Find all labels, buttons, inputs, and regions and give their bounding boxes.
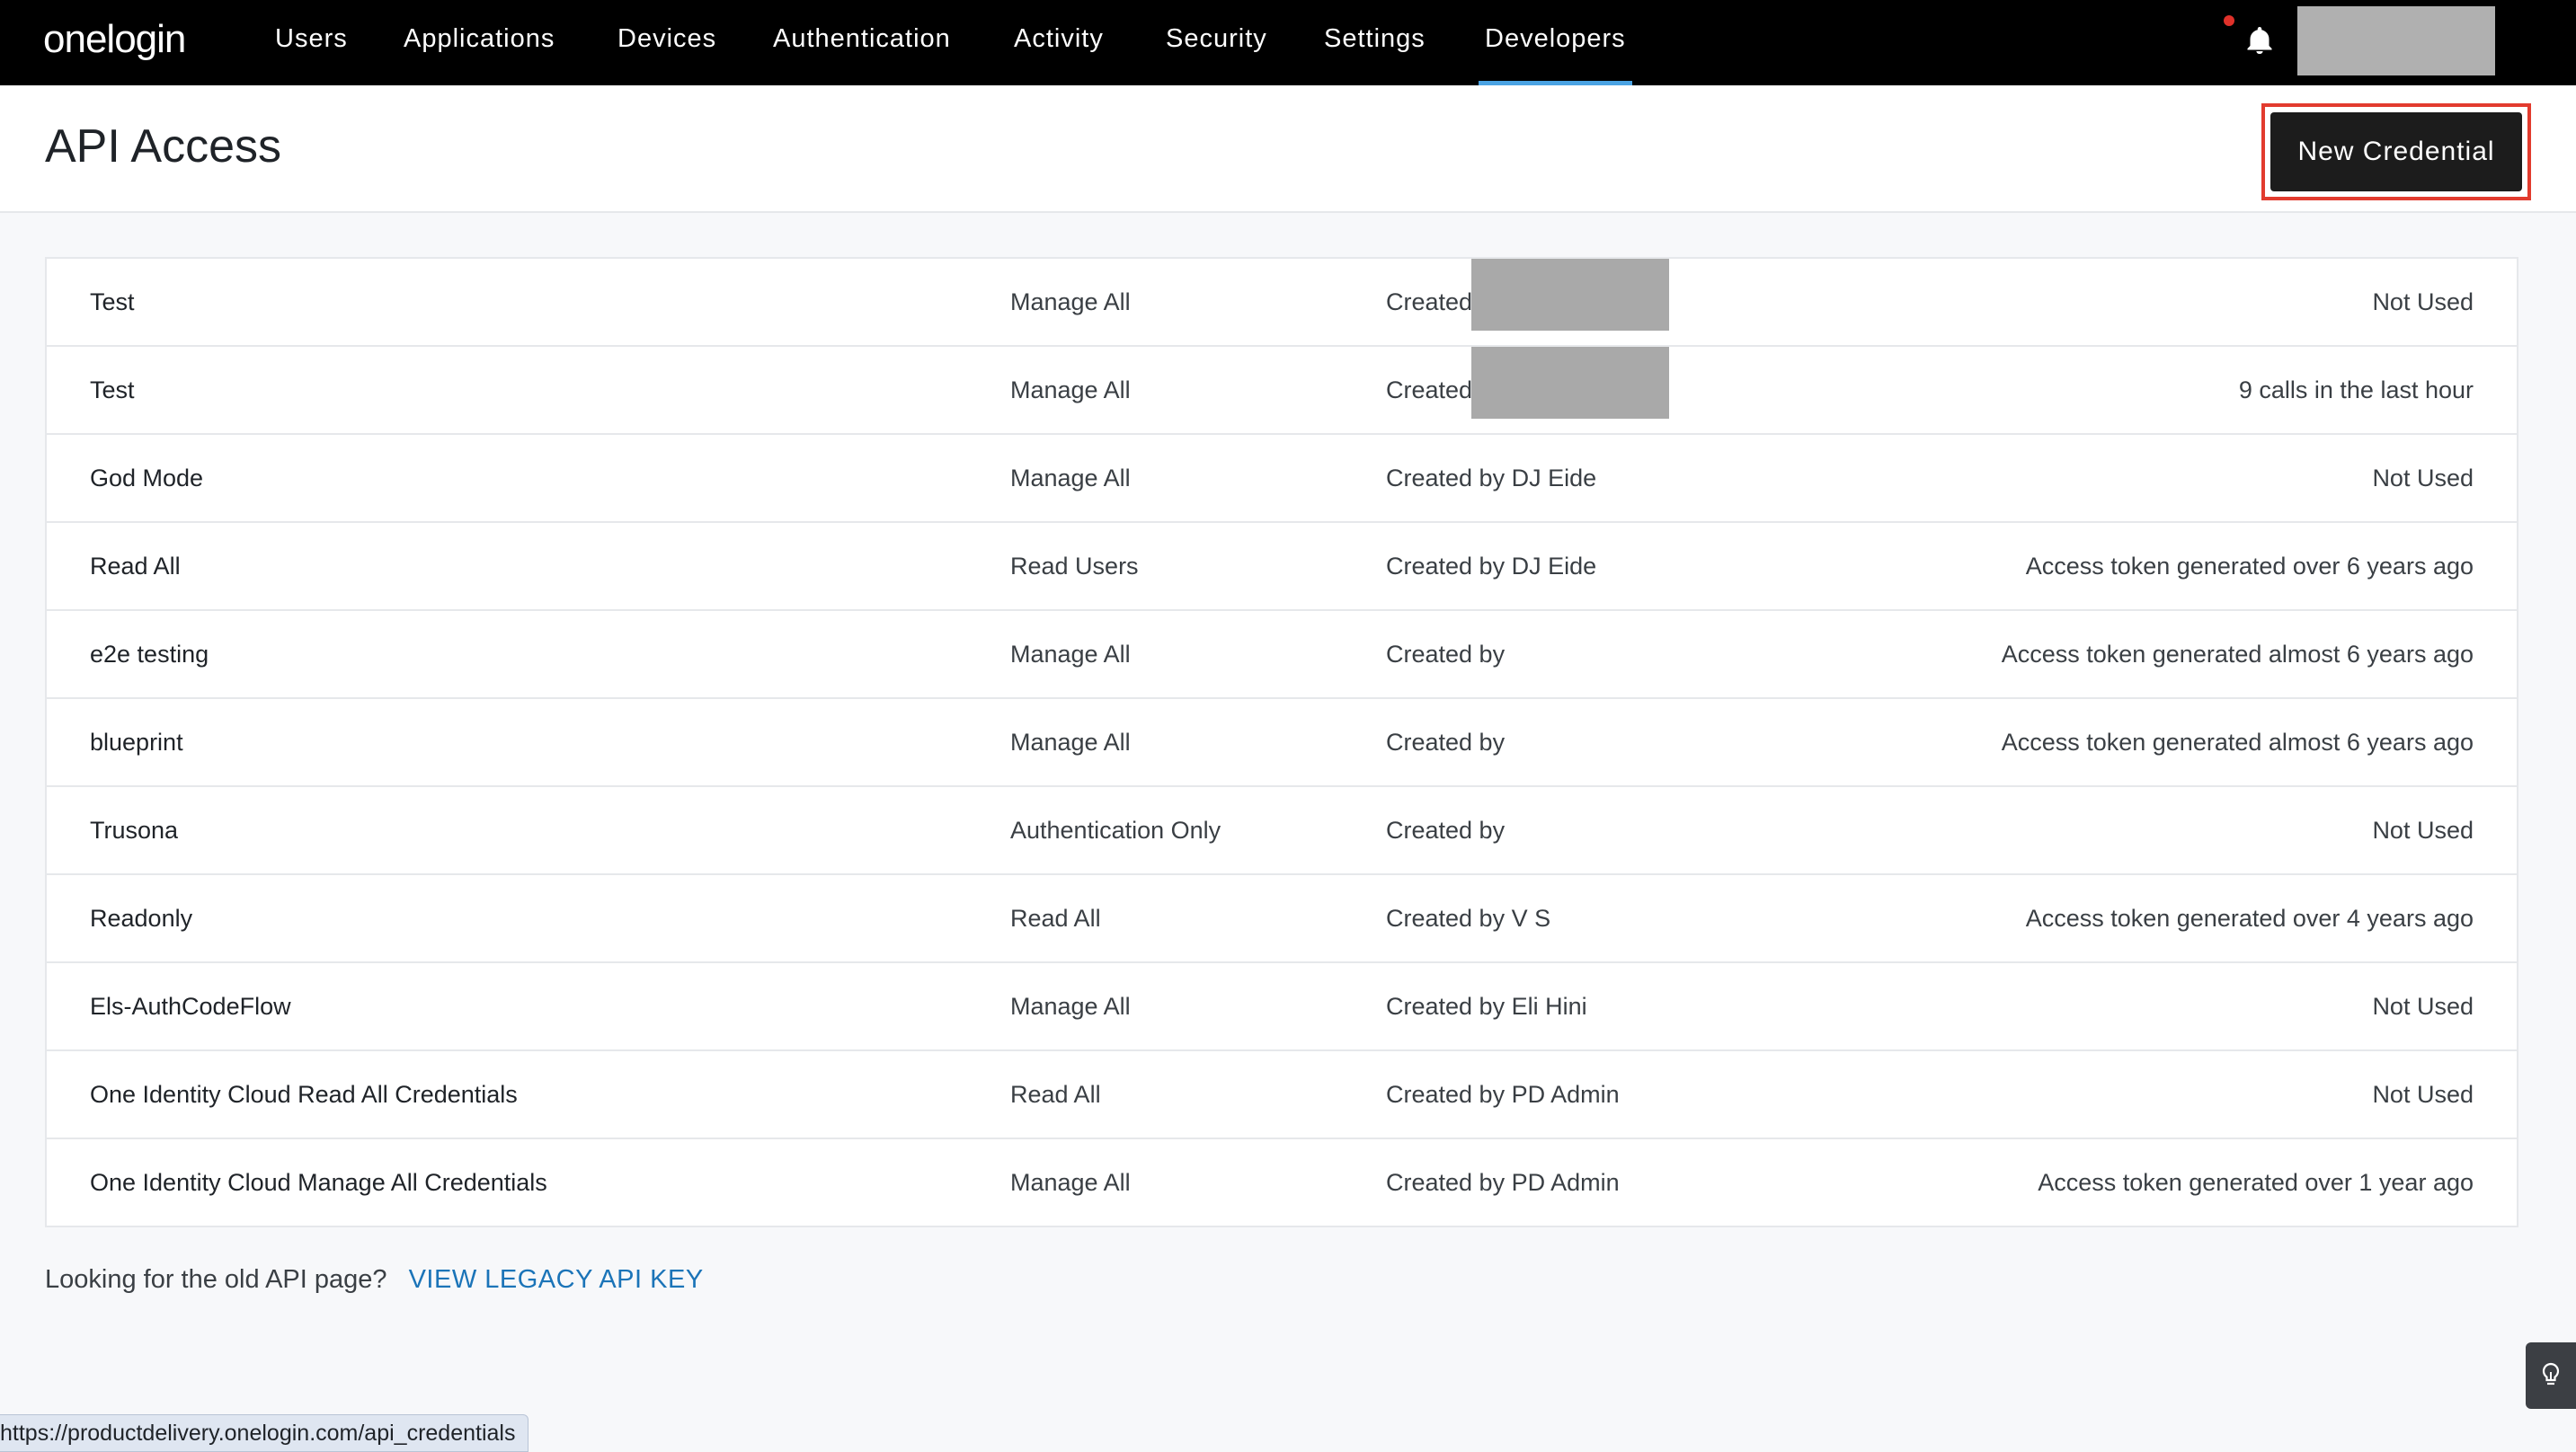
notification-dot <box>2224 15 2234 26</box>
credential-name: Trusona <box>90 817 179 844</box>
help-tab[interactable] <box>2526 1342 2576 1409</box>
credential-created-by: Created by <box>1386 641 1506 668</box>
credential-scope: Manage All <box>1010 288 1131 315</box>
credential-created-by: Created by PD Admin <box>1386 1169 1620 1196</box>
nav-item-users[interactable]: Users <box>275 0 348 85</box>
table-row[interactable]: God Mode Manage All Created by DJ Eide N… <box>47 435 2517 523</box>
redacted-creator <box>1471 259 1669 331</box>
credential-usage: Access token generated almost 6 years ag… <box>2001 641 2474 668</box>
credential-name: God Mode <box>90 465 204 491</box>
credential-scope: Manage All <box>1010 1169 1131 1196</box>
credential-usage: Not Used <box>2372 1081 2474 1108</box>
table-row[interactable]: Test Manage All Created Not Used <box>47 259 2517 347</box>
credential-scope: Authentication Only <box>1010 817 1221 844</box>
credential-name: blueprint <box>90 729 183 756</box>
onelogin-logo[interactable]: onelogin <box>43 13 186 66</box>
page-title: API Access <box>45 120 281 173</box>
credential-created-by: Created by V S <box>1386 905 1551 932</box>
credential-created-by: Created by <box>1386 729 1506 756</box>
table-row[interactable]: blueprint Manage All Created by Access t… <box>47 699 2517 787</box>
credential-created-by: Created <box>1386 288 1473 315</box>
credential-scope: Manage All <box>1010 993 1131 1020</box>
top-navigation: onelogin Users Applications Devices Auth… <box>0 0 2576 85</box>
credential-name: Els-AuthCodeFlow <box>90 993 291 1020</box>
credential-name: One Identity Cloud Manage All Credential… <box>90 1169 547 1196</box>
credential-name: Test <box>90 376 135 403</box>
credential-usage: Not Used <box>2372 817 2474 844</box>
legacy-prompt-text: Looking for the old API page? <box>45 1265 387 1294</box>
credential-usage: Access token generated almost 6 years ag… <box>2001 729 2474 756</box>
credential-usage: Not Used <box>2372 465 2474 491</box>
new-credential-button[interactable]: New Credential <box>2270 112 2522 191</box>
table-row[interactable]: Test Manage All Created 9 calls in the l… <box>47 347 2517 435</box>
credential-usage: Access token generated over 6 years ago <box>2025 553 2474 580</box>
view-legacy-api-key-link[interactable]: VIEW LEGACY API KEY <box>409 1265 704 1294</box>
nav-item-settings[interactable]: Settings <box>1324 0 1426 85</box>
nav-item-security[interactable]: Security <box>1166 0 1267 85</box>
user-menu-redacted[interactable] <box>2297 6 2495 75</box>
credential-created-by: Created by DJ Eide <box>1386 465 1597 491</box>
credential-scope: Manage All <box>1010 465 1131 491</box>
nav-item-applications[interactable]: Applications <box>404 0 555 85</box>
credential-name: Readonly <box>90 905 193 932</box>
credential-created-by: Created <box>1386 376 1473 403</box>
credential-scope: Manage All <box>1010 376 1131 403</box>
credential-created-by: Created by DJ Eide <box>1386 553 1597 580</box>
credential-created-by: Created by PD Admin <box>1386 1081 1620 1108</box>
credential-scope: Read All <box>1010 905 1101 932</box>
nav-item-developers[interactable]: Developers <box>1479 0 1632 85</box>
bell-icon[interactable] <box>2243 24 2276 57</box>
lightbulb-icon <box>2542 1362 2560 1386</box>
credential-name: Read All <box>90 553 181 580</box>
credential-usage: Access token generated over 4 years ago <box>2025 905 2474 932</box>
credential-usage: Access token generated over 1 year ago <box>2038 1169 2474 1196</box>
credentials-table: Test Manage All Created Not Used Test Ma… <box>45 257 2518 1227</box>
table-row[interactable]: Read All Read Users Created by DJ Eide A… <box>47 523 2517 611</box>
credential-created-by: Created by Eli Hini <box>1386 993 1587 1020</box>
credential-usage: Not Used <box>2372 288 2474 315</box>
table-row[interactable]: One Identity Cloud Read All Credentials … <box>47 1051 2517 1139</box>
redacted-creator <box>1471 347 1669 419</box>
credential-scope: Read All <box>1010 1081 1101 1108</box>
credential-usage: 9 calls in the last hour <box>2238 376 2474 403</box>
table-row[interactable]: Trusona Authentication Only Created by N… <box>47 787 2517 875</box>
credential-usage: Not Used <box>2372 993 2474 1020</box>
legacy-api-prompt: Looking for the old API page? VIEW LEGAC… <box>45 1265 704 1295</box>
credential-created-by: Created by <box>1386 817 1506 844</box>
table-row[interactable]: e2e testing Manage All Created by Access… <box>47 611 2517 699</box>
page-header: API Access New Credential <box>0 85 2576 213</box>
credential-scope: Manage All <box>1010 641 1131 668</box>
credential-name: One Identity Cloud Read All Credentials <box>90 1081 518 1108</box>
credential-name: e2e testing <box>90 641 209 668</box>
table-row[interactable]: Readonly Read All Created by V S Access … <box>47 875 2517 963</box>
credential-scope: Manage All <box>1010 729 1131 756</box>
nav-item-activity[interactable]: Activity <box>1014 0 1104 85</box>
credential-name: Test <box>90 288 135 315</box>
nav-item-devices[interactable]: Devices <box>617 0 716 85</box>
table-row[interactable]: One Identity Cloud Manage All Credential… <box>47 1139 2517 1227</box>
status-bar-url: https://productdelivery.onelogin.com/api… <box>0 1414 529 1452</box>
table-row[interactable]: Els-AuthCodeFlow Manage All Created by E… <box>47 963 2517 1051</box>
nav-item-authentication[interactable]: Authentication <box>773 0 951 85</box>
credential-scope: Read Users <box>1010 553 1139 580</box>
